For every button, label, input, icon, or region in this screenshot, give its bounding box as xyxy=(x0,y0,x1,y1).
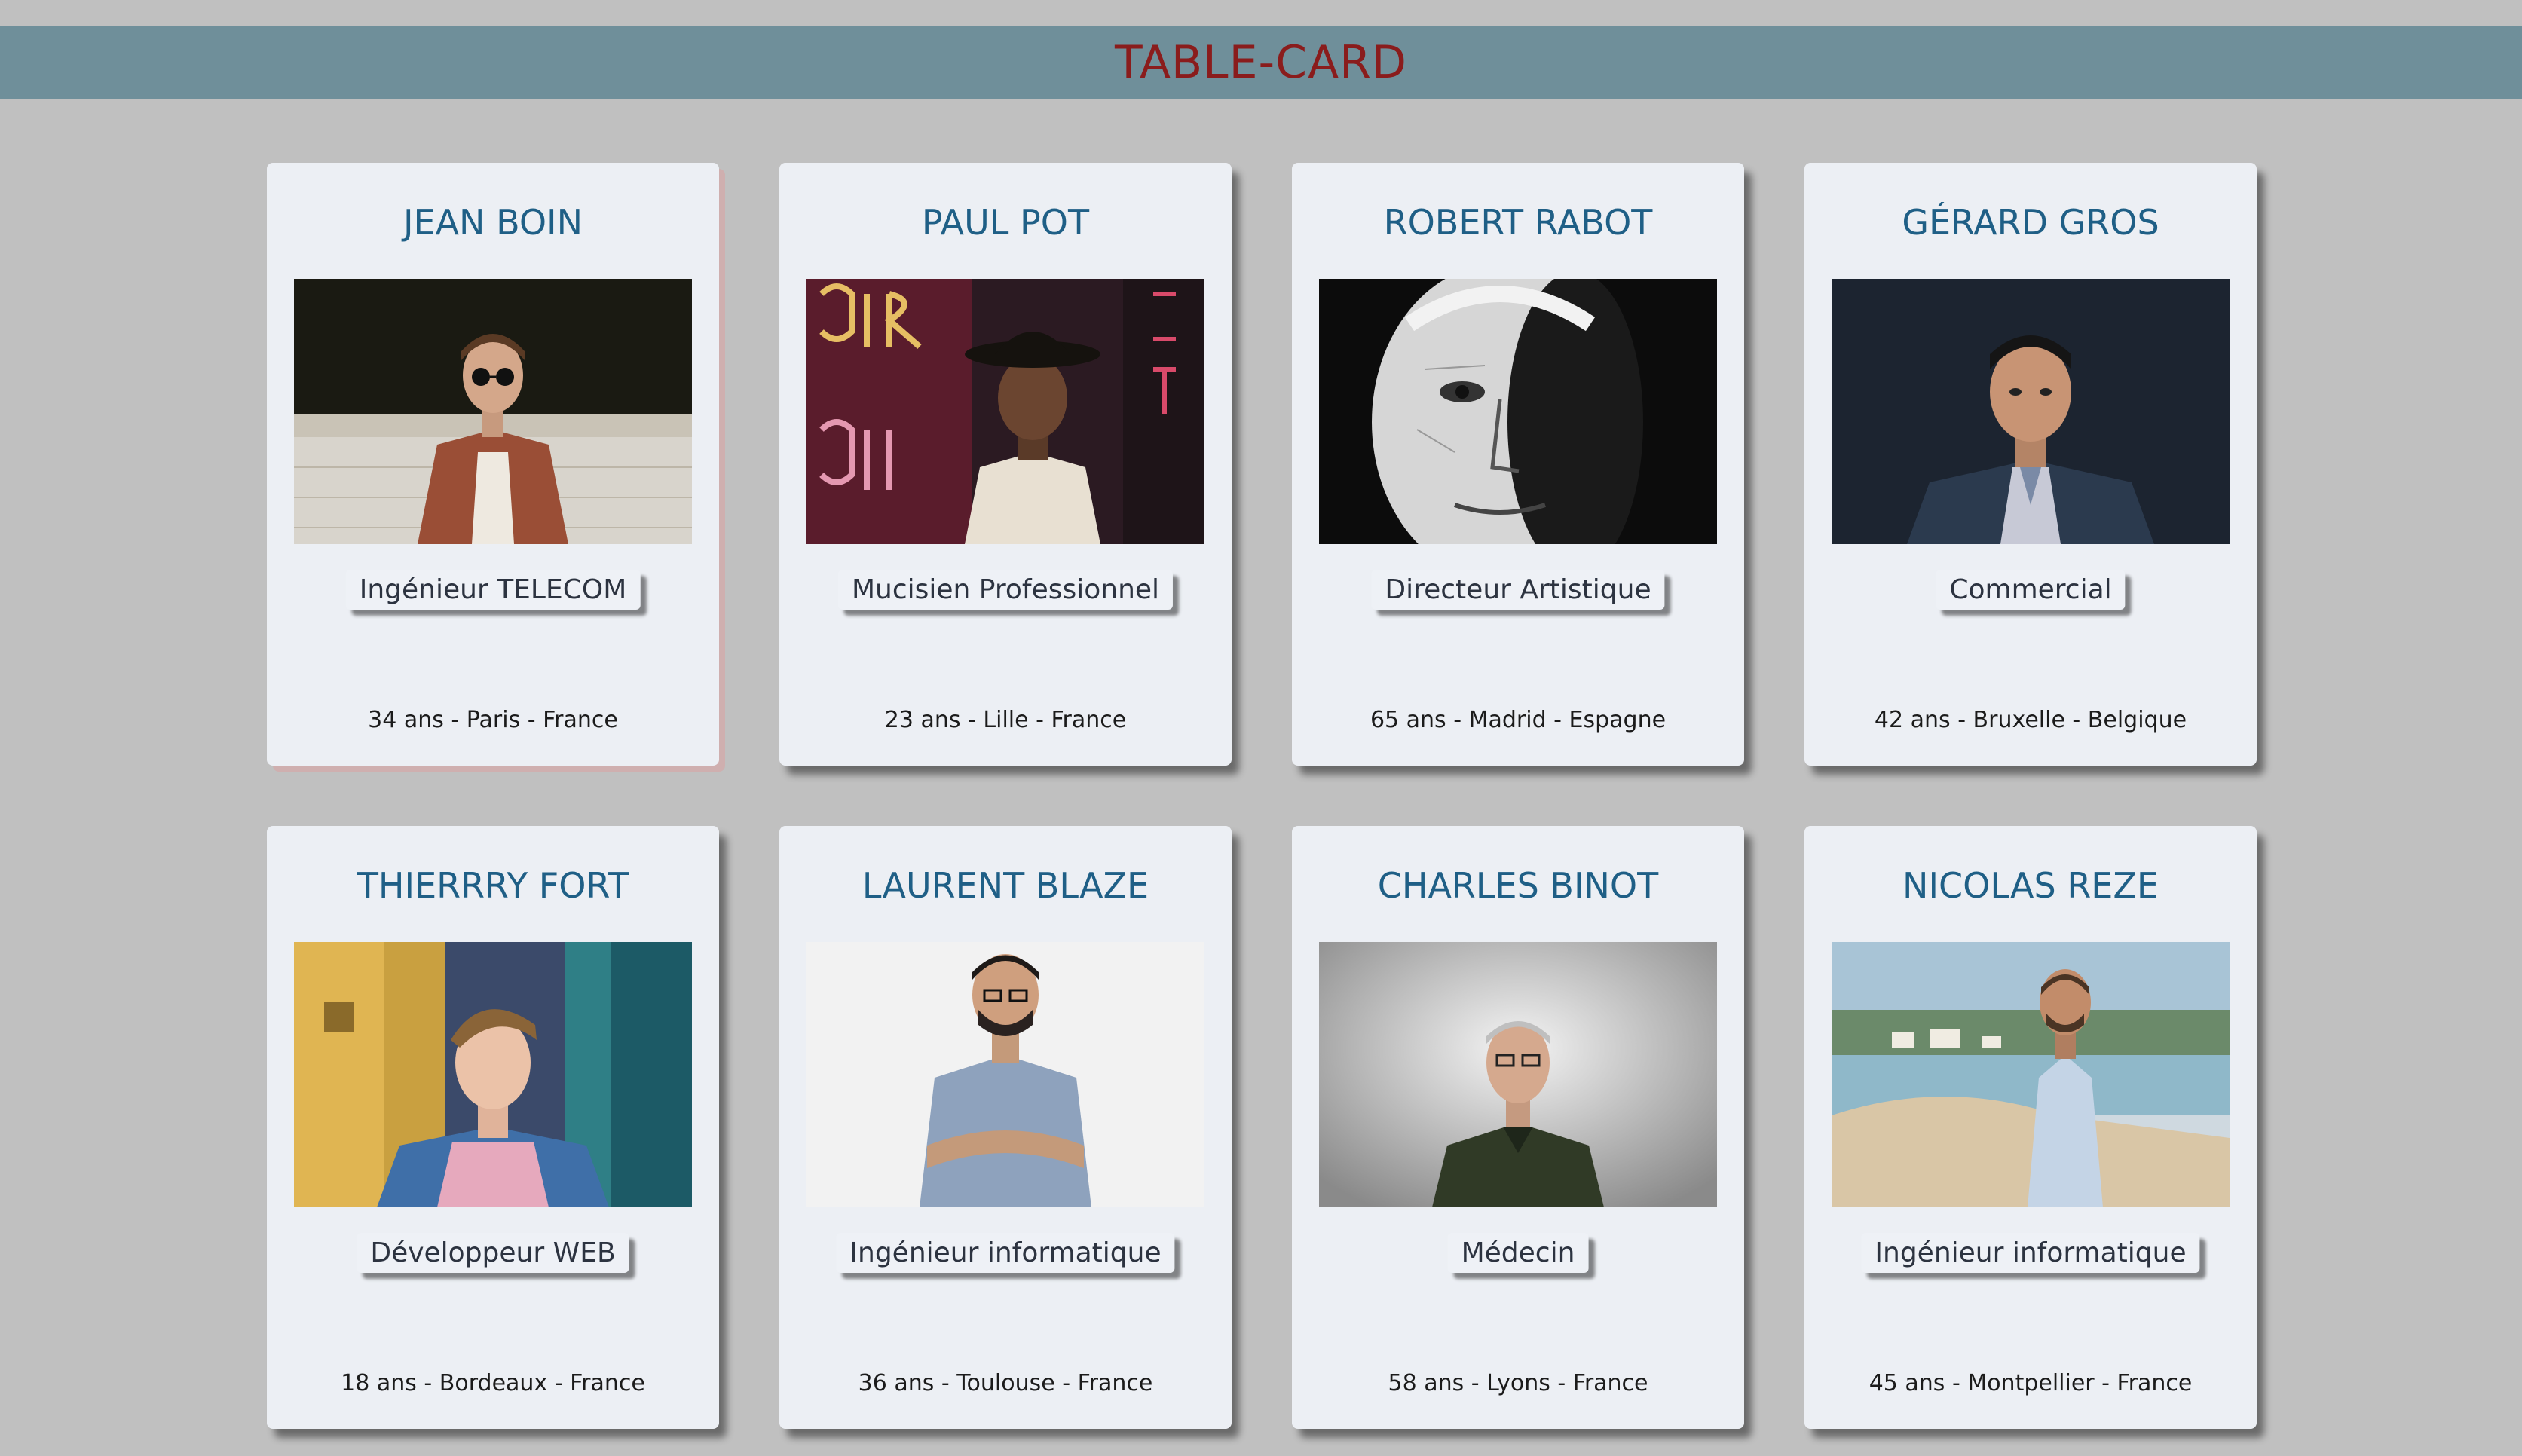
card-info: 45 ans - Montpellier - France xyxy=(1869,1370,2193,1396)
profile-card[interactable]: THIERRRY FORT Développeur WEB 18 ans - B… xyxy=(267,826,719,1429)
photo-image xyxy=(1832,279,2230,544)
job-badge: Ingénieur informatique xyxy=(836,1233,1175,1273)
profile-card[interactable]: GÉRARD GROS Commercial 42 ans - Bruxelle… xyxy=(1804,163,2257,766)
profile-card[interactable]: JEAN BOIN Ingénieur TELECOM 34 ans - Par xyxy=(267,163,719,766)
profile-card[interactable]: PAUL POT Mucisien Professionnel 23 ans -… xyxy=(779,163,1232,766)
card-grid: JEAN BOIN Ingénieur TELECOM 34 ans - Par xyxy=(267,163,2257,1429)
card-name: NICOLAS REZE xyxy=(1902,865,2159,906)
card-info: 36 ans - Toulouse - France xyxy=(858,1370,1153,1396)
card-info: 23 ans - Lille - France xyxy=(884,707,1127,733)
card-name: THIERRRY FORT xyxy=(357,865,629,906)
photo-image xyxy=(806,942,1204,1207)
profile-photo xyxy=(294,279,692,544)
card-info: 65 ans - Madrid - Espagne xyxy=(1370,707,1667,733)
page-header: TABLE-CARD xyxy=(0,26,2522,99)
profile-photo xyxy=(294,942,692,1207)
profile-card[interactable]: ROBERT RABOT Directeur Artistique 65 ans… xyxy=(1292,163,1744,766)
job-badge: Mucisien Professionnel xyxy=(837,570,1174,610)
profile-photo xyxy=(1832,279,2230,544)
card-info: 58 ans - Lyons - France xyxy=(1388,1370,1648,1396)
photo-image xyxy=(294,279,692,544)
job-badge: Ingénieur informatique xyxy=(1861,1233,2200,1273)
job-badge: Commercial xyxy=(1936,570,2126,610)
photo-image xyxy=(1832,942,2230,1207)
photo-image xyxy=(1319,279,1717,544)
card-info: 42 ans - Bruxelle - Belgique xyxy=(1874,707,2187,733)
photo-image xyxy=(294,942,692,1207)
card-info: 18 ans - Bordeaux - France xyxy=(341,1370,645,1396)
card-name: JEAN BOIN xyxy=(402,202,583,243)
photo-image xyxy=(1319,942,1717,1207)
profile-card[interactable]: LAURENT BLAZE Ingénieur informatique 36 … xyxy=(779,826,1232,1429)
page-title: TABLE-CARD xyxy=(1114,36,1408,89)
photo-image xyxy=(806,279,1204,544)
profile-photo xyxy=(806,279,1204,544)
profile-photo xyxy=(1319,942,1717,1207)
job-badge: Ingénieur TELECOM xyxy=(345,570,641,610)
job-badge: Développeur WEB xyxy=(357,1233,629,1273)
card-name: PAUL POT xyxy=(921,202,1090,243)
card-name: GÉRARD GROS xyxy=(1902,202,2159,243)
profile-photo xyxy=(806,942,1204,1207)
card-info: 34 ans - Paris - France xyxy=(368,707,618,733)
job-badge: Médecin xyxy=(1447,1233,1589,1273)
profile-photo xyxy=(1832,942,2230,1207)
card-name: LAURENT BLAZE xyxy=(862,865,1149,906)
profile-card[interactable]: NICOLAS REZE Ingénieur informatique 45 a… xyxy=(1804,826,2257,1429)
profile-photo xyxy=(1319,279,1717,544)
card-name: CHARLES BINOT xyxy=(1377,865,1659,906)
card-name: ROBERT RABOT xyxy=(1383,202,1653,243)
job-badge: Directeur Artistique xyxy=(1371,570,1665,610)
profile-card[interactable]: CHARLES BINOT Médecin 58 ans - Lyons - F… xyxy=(1292,826,1744,1429)
